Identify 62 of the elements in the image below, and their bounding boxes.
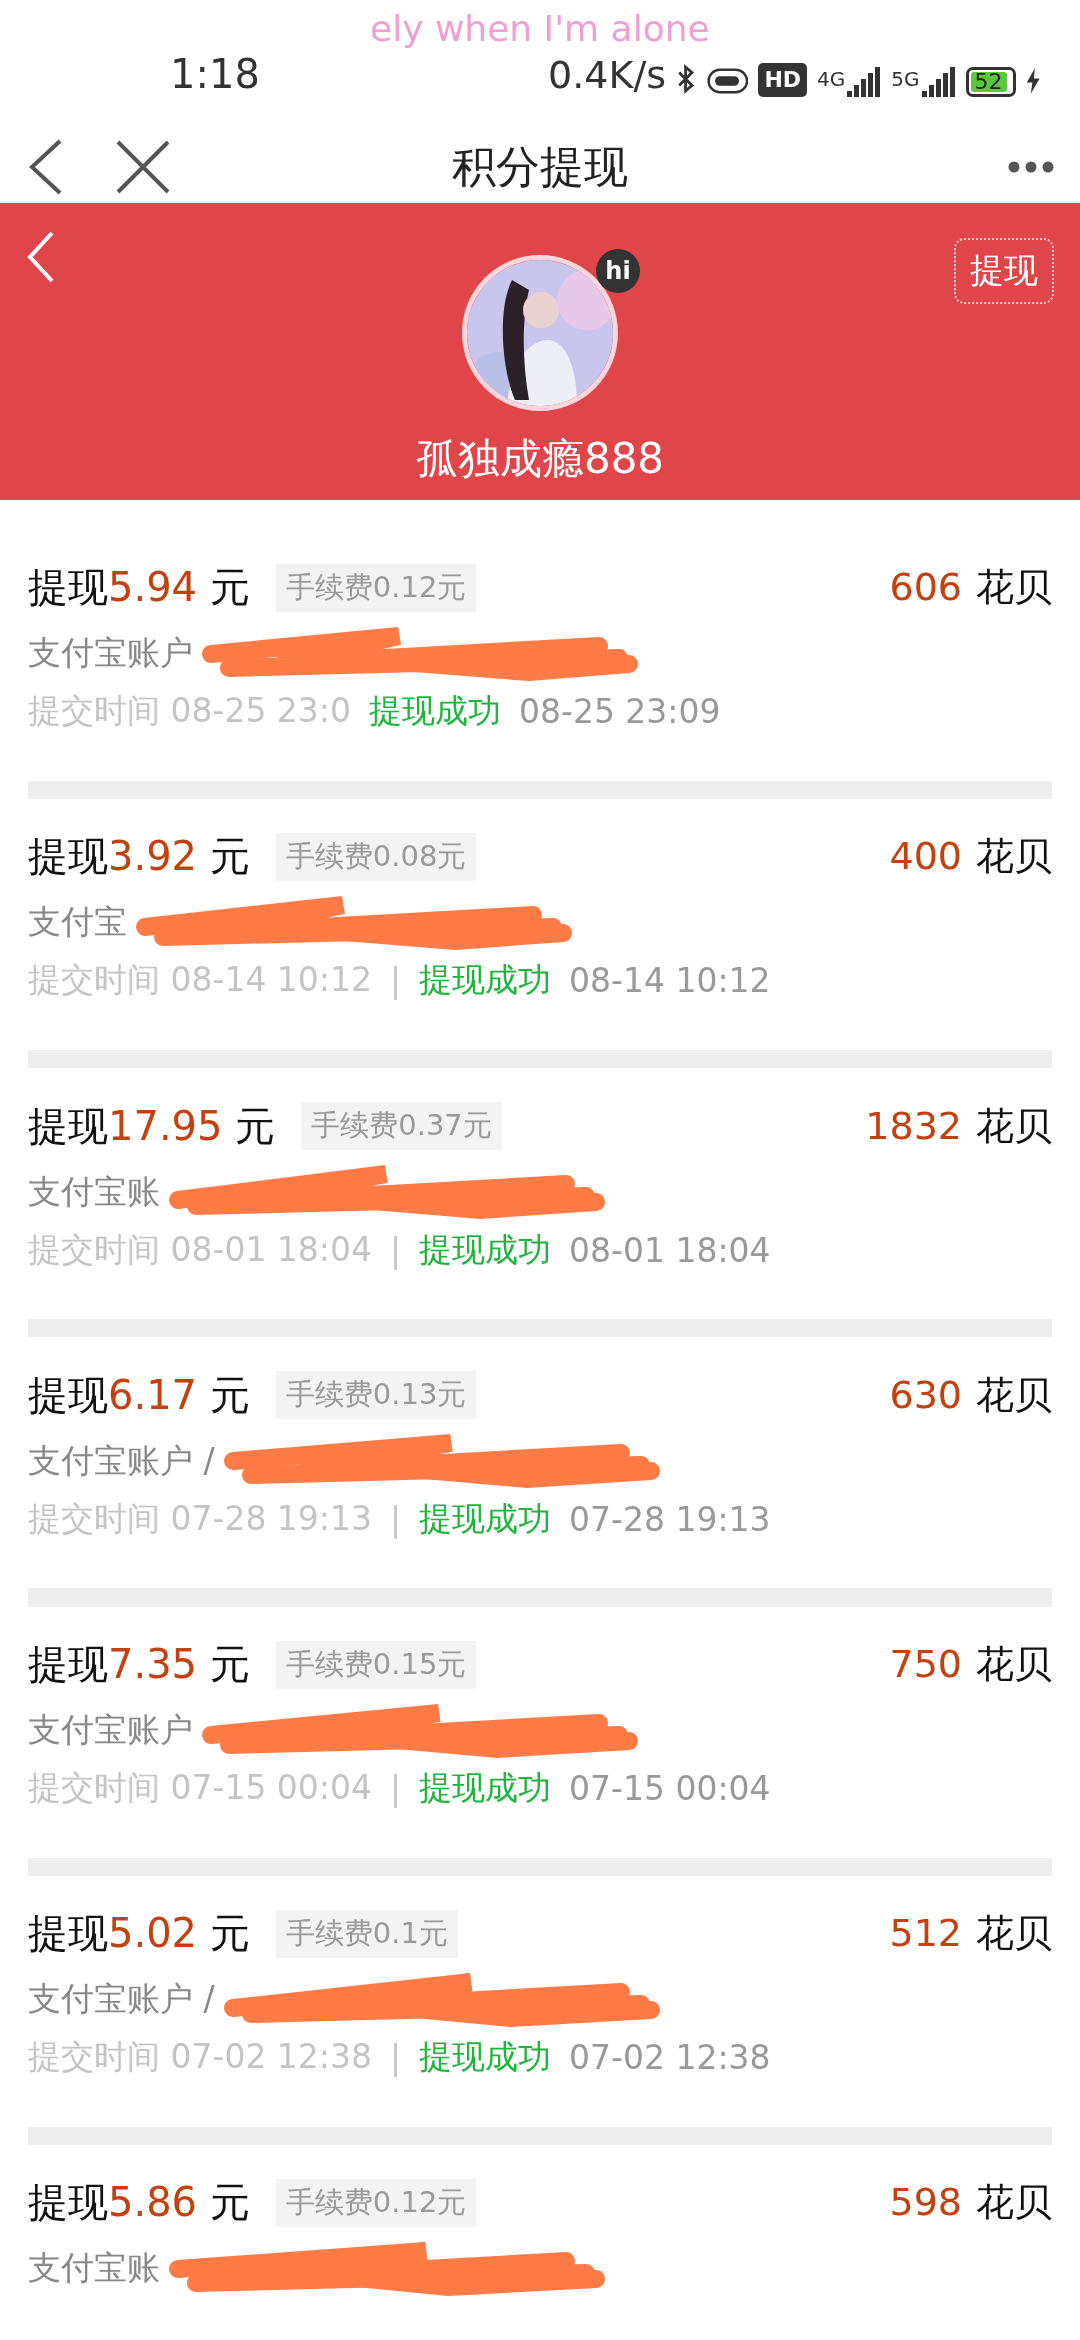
points-amount: 400 花贝 (889, 833, 1052, 881)
withdraw-amount: 提现5.86 元 (28, 2178, 250, 2228)
account-label: 支付宝账户 / (28, 1439, 215, 1482)
submit-time: 提交时间 07-28 19:13 (28, 1497, 372, 1540)
submit-time: 提交时间 07-15 00:04 (28, 1767, 372, 1810)
submit-time: 提交时间 08-01 18:04 (28, 1228, 372, 1271)
submit-time: 提交时间 08-14 10:12 (28, 959, 372, 1002)
account-label: 支付宝账 (28, 2247, 160, 2290)
withdraw-amount: 提现17.95 元 (28, 1101, 276, 1151)
separator-text: | (390, 1769, 402, 1809)
status-text: 提现成功 (419, 1228, 552, 1271)
account-label: 支付宝 (28, 901, 127, 944)
status-text: 提现成功 (419, 2036, 552, 2079)
user-name: 孤独成瘾888 (415, 433, 665, 486)
fee-tag: 手续费0.1元 (275, 1909, 458, 1958)
network-label: 4G (817, 66, 846, 91)
finish-time: 07-15 00:04 (569, 1769, 771, 1809)
finish-time: 08-14 10:12 (569, 961, 771, 1001)
greeting-badge: hi (596, 249, 640, 294)
finish-time: 08-01 18:04 (569, 1230, 771, 1270)
finish-time: 08-25 23:09 (519, 692, 721, 732)
points-amount: 598 花贝 (889, 2179, 1052, 2227)
status-text: 提现成功 (419, 1767, 552, 1810)
account-label: 支付宝账户 / (28, 1978, 215, 2021)
withdraw-amount: 提现7.35 元 (28, 1640, 250, 1690)
fee-tag: 手续费0.08元 (275, 832, 477, 881)
battery-level: 52 (970, 71, 1007, 92)
separator-text: | (390, 961, 402, 1001)
status-text: 提现成功 (369, 690, 501, 733)
withdraw-amount: 提现6.17 元 (28, 1370, 250, 1420)
points-amount: 630 花贝 (889, 1371, 1052, 1419)
withdraw-amount: 提现5.94 元 (28, 563, 250, 613)
lyric-overlay-text: ely when I'm alone (370, 8, 710, 49)
separator-text: | (390, 2038, 402, 2078)
finish-time: 07-02 12:38 (569, 2038, 771, 2078)
submit-time: 提交时间 07-02 12:38 (28, 2036, 372, 2079)
separator-text: | (390, 1499, 402, 1539)
fee-tag: 手续费0.12元 (275, 563, 477, 612)
points-amount: 606 花贝 (889, 564, 1052, 612)
status-text: 提现成功 (419, 959, 552, 1002)
points-amount: 512 花贝 (889, 1910, 1052, 1958)
fee-tag: 手续费0.13元 (275, 1371, 477, 1420)
hd-badge: HD (758, 62, 808, 97)
account-label: 支付宝账 (28, 1170, 160, 1213)
fee-tag: 手续费0.12元 (275, 2178, 477, 2227)
clock: 1:18 (170, 50, 261, 97)
withdraw-amount: 提现3.92 元 (28, 832, 250, 882)
fee-tag: 手续费0.37元 (301, 1102, 502, 1151)
page-title: 积分提现 (452, 139, 628, 194)
network-speed: 0.4K/s (548, 52, 666, 97)
fee-tag: 手续费0.15元 (275, 1640, 477, 1689)
finish-time: 07-28 19:13 (569, 1499, 771, 1539)
separator-text: | (390, 1230, 402, 1270)
points-amount: 1832 花贝 (865, 1102, 1052, 1150)
submit-time: 提交时间 08-25 23:0 (28, 690, 351, 733)
account-label: 支付宝账户 (28, 632, 193, 675)
status-text: 提现成功 (419, 1497, 552, 1540)
withdraw-button[interactable]: 提现 (954, 238, 1054, 305)
withdraw-amount: 提现5.02 元 (28, 1909, 250, 1959)
network-label: 5G (891, 66, 920, 91)
account-label: 支付宝账户 (28, 1709, 193, 1752)
points-amount: 750 花贝 (889, 1641, 1052, 1689)
